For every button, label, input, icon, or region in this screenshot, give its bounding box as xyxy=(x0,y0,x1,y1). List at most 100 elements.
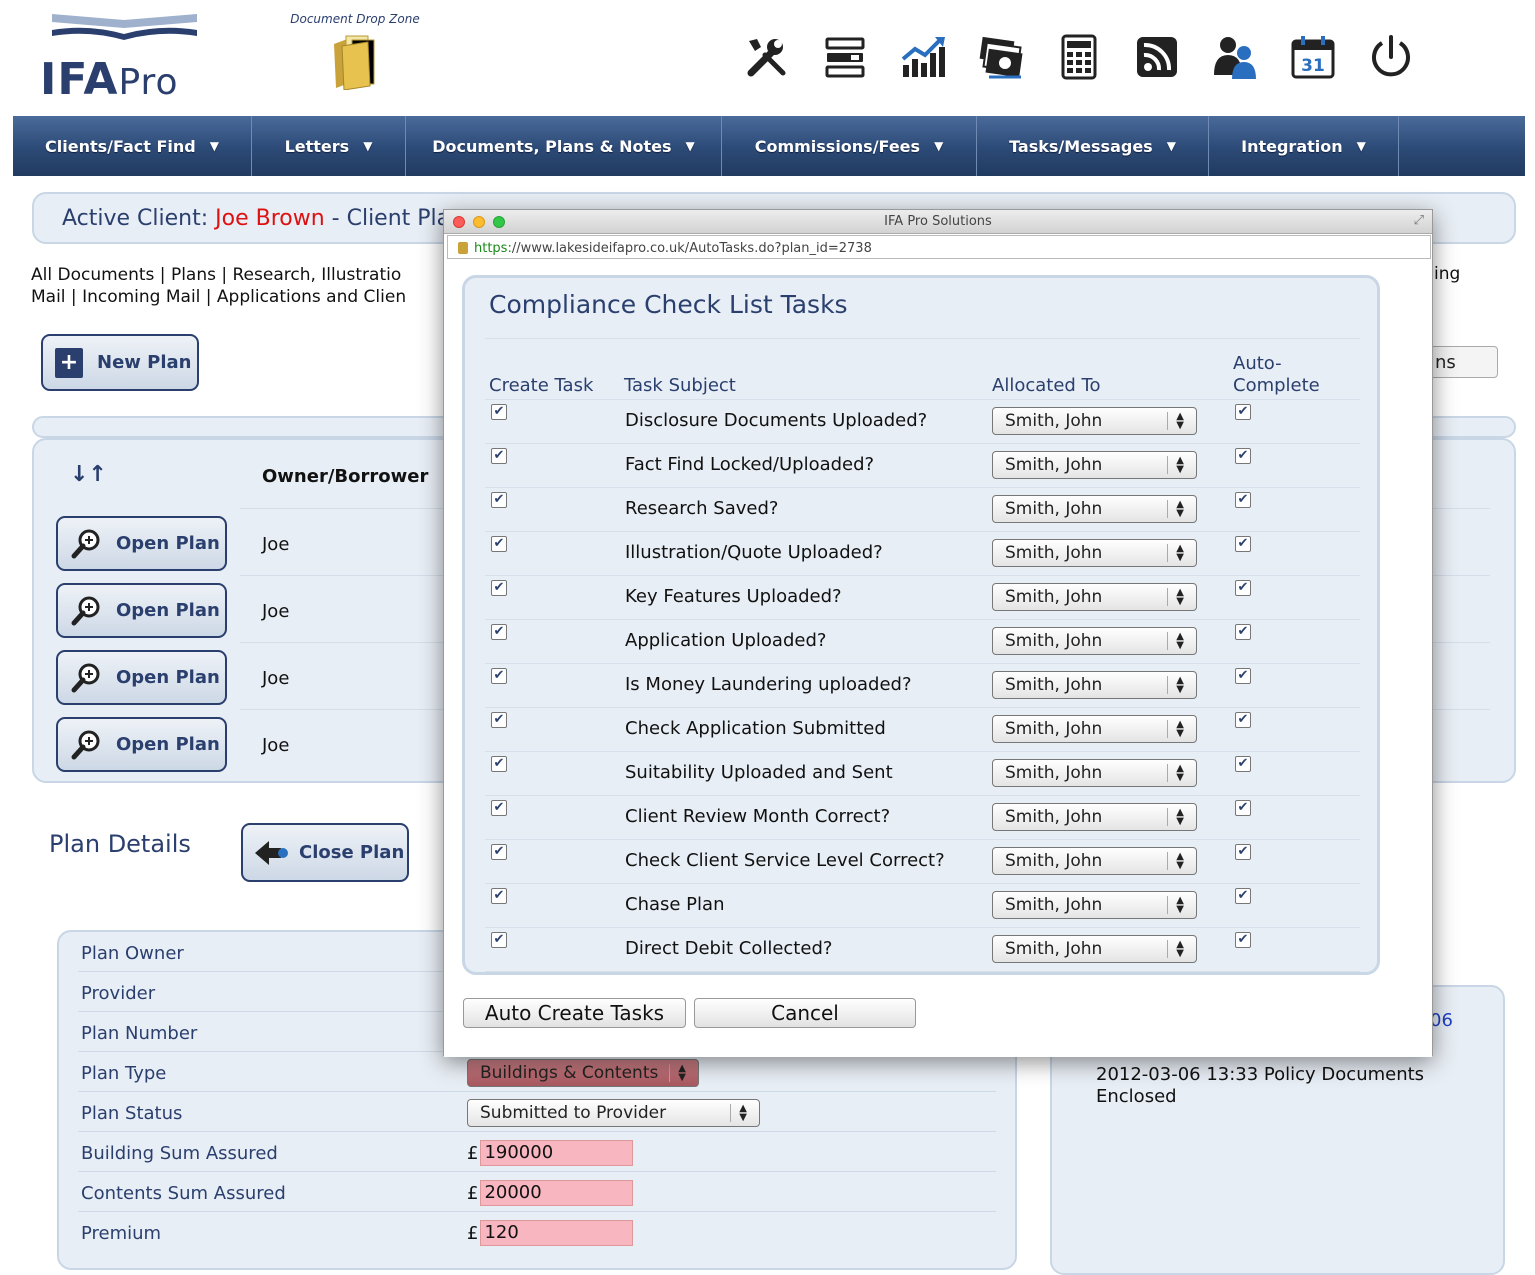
users-icon[interactable] xyxy=(1196,28,1274,86)
create-task-checkbox[interactable]: ✔ xyxy=(491,844,507,860)
document-drop-zone[interactable]: Document Drop Zone xyxy=(270,12,440,94)
links-right-stub[interactable]: ing xyxy=(1434,264,1460,284)
allocated-to-select[interactable]: Smith, John ▲ ▼ xyxy=(992,671,1197,699)
menu-integration[interactable]: Integration ▼ xyxy=(1209,116,1399,176)
create-task-checkbox[interactable]: ✔ xyxy=(491,932,507,948)
new-plan-button[interactable]: + New Plan xyxy=(41,334,199,391)
task-row: ✔ Disclosure Documents Uploaded? Smith, Jo… xyxy=(485,400,1360,444)
fullscreen-icon[interactable]: ⤢ xyxy=(1414,213,1424,228)
caret-down-icon: ▼ xyxy=(934,139,944,153)
note-line-1: 2012-03-06 13:33 Policy Documents xyxy=(1096,1064,1425,1085)
links-line-1[interactable]: All Documents | Plans | Research, Illust… xyxy=(31,264,406,286)
create-task-checkbox[interactable]: ✔ xyxy=(491,448,507,464)
menu-clients-fact-find[interactable]: Clients/Fact Find ▼ xyxy=(13,116,252,176)
auto-complete-checkbox[interactable]: ✔ xyxy=(1235,712,1251,728)
auto-complete-checkbox[interactable]: ✔ xyxy=(1235,800,1251,816)
menu-label: Integration xyxy=(1241,136,1343,156)
detail-divider xyxy=(78,1091,996,1092)
create-task-checkbox[interactable]: ✔ xyxy=(491,888,507,904)
allocated-to-select[interactable]: Smith, John ▲ ▼ xyxy=(992,539,1197,567)
allocated-to-value: Smith, John xyxy=(1005,587,1103,607)
menu-tasks-messages[interactable]: Tasks/Messages ▼ xyxy=(977,116,1209,176)
create-task-checkbox[interactable]: ✔ xyxy=(491,624,507,640)
auto-complete-checkbox[interactable]: ✔ xyxy=(1235,844,1251,860)
col-create-task: Create Task xyxy=(489,375,594,396)
allocated-to-value: Smith, John xyxy=(1005,719,1103,739)
plan-owner-cell: Joe xyxy=(262,601,290,622)
url-bar[interactable]: https://www.lakesideifapro.co.uk/AutoTas… xyxy=(447,235,1431,259)
auto-complete-checkbox[interactable]: ✔ xyxy=(1235,448,1251,464)
back-arrow-icon xyxy=(255,840,288,865)
calendar-icon[interactable]: 31 xyxy=(1274,28,1352,86)
building-sum-input[interactable]: 190000 xyxy=(480,1140,634,1166)
allocated-to-select[interactable]: Smith, John ▲ ▼ xyxy=(992,583,1197,611)
allocated-to-select[interactable]: Smith, John ▲ ▼ xyxy=(992,891,1197,919)
create-task-checkbox[interactable]: ✔ xyxy=(491,756,507,772)
open-plan-label: Open Plan xyxy=(116,667,220,688)
auto-complete-checkbox[interactable]: ✔ xyxy=(1235,536,1251,552)
open-plan-button[interactable]: Open Plan xyxy=(56,516,227,571)
auto-complete-checkbox[interactable]: ✔ xyxy=(1235,888,1251,904)
open-plan-button[interactable]: Open Plan xyxy=(56,583,227,638)
cancel-button[interactable]: Cancel xyxy=(694,998,916,1028)
create-task-checkbox[interactable]: ✔ xyxy=(491,668,507,684)
allocated-to-select[interactable]: Smith, John ▲ ▼ xyxy=(992,803,1197,831)
allocated-to-select[interactable]: Smith, John ▲ ▼ xyxy=(992,495,1197,523)
tools-icon[interactable] xyxy=(728,28,806,86)
money-icon[interactable] xyxy=(962,28,1040,86)
create-task-checkbox[interactable]: ✔ xyxy=(491,712,507,728)
allocated-to-value: Smith, John xyxy=(1005,455,1103,475)
currency-symbol: £ xyxy=(467,1222,479,1244)
create-task-checkbox[interactable]: ✔ xyxy=(491,800,507,816)
task-subject: Fact Find Locked/Uploaded? xyxy=(625,454,875,475)
task-row: ✔ Direct Debit Collected? Smith, John ▲ ▼ ✔ xyxy=(485,928,1360,972)
contents-sum-input[interactable]: 20000 xyxy=(480,1180,634,1206)
notes-link-stub[interactable]: 06 xyxy=(1430,1010,1453,1031)
plan-status-select[interactable]: Submitted to Provider ▲ ▼ xyxy=(467,1099,760,1127)
plan-type-label: Plan Type xyxy=(81,1063,167,1084)
power-icon[interactable] xyxy=(1352,28,1430,86)
close-plan-button[interactable]: Close Plan xyxy=(241,823,409,882)
open-plan-button[interactable]: Open Plan xyxy=(56,717,227,772)
auto-complete-checkbox[interactable]: ✔ xyxy=(1235,624,1251,640)
auto-complete-checkbox[interactable]: ✔ xyxy=(1235,404,1251,420)
create-task-checkbox[interactable]: ✔ xyxy=(491,492,507,508)
rss-icon[interactable] xyxy=(1118,28,1196,86)
auto-complete-checkbox[interactable]: ✔ xyxy=(1235,756,1251,772)
active-client-name[interactable]: Joe Brown xyxy=(215,206,325,231)
auto-complete-checkbox[interactable]: ✔ xyxy=(1235,668,1251,684)
magnifier-icon xyxy=(71,596,100,625)
allocated-to-select[interactable]: Smith, John ▲ ▼ xyxy=(992,759,1197,787)
auto-complete-checkbox[interactable]: ✔ xyxy=(1235,932,1251,948)
auto-complete-checkbox[interactable]: ✔ xyxy=(1235,492,1251,508)
create-task-checkbox[interactable]: ✔ xyxy=(491,536,507,552)
allocated-to-select[interactable]: Smith, John ▲ ▼ xyxy=(992,627,1197,655)
premium-field: £ 120 xyxy=(467,1220,634,1246)
server-icon[interactable] xyxy=(806,28,884,86)
menu-letters[interactable]: Letters ▼ xyxy=(252,116,406,176)
menu-commissions-fees[interactable]: Commissions/Fees ▼ xyxy=(722,116,977,176)
create-task-checkbox[interactable]: ✔ xyxy=(491,404,507,420)
calculator-icon[interactable] xyxy=(1040,28,1118,86)
allocated-to-select[interactable]: Smith, John ▲ ▼ xyxy=(992,847,1197,875)
premium-input[interactable]: 120 xyxy=(480,1220,634,1246)
auto-complete-checkbox[interactable]: ✔ xyxy=(1235,580,1251,596)
allocated-to-select[interactable]: Smith, John ▲ ▼ xyxy=(992,715,1197,743)
document-links[interactable]: All Documents | Plans | Research, Illust… xyxy=(31,264,406,308)
allocated-to-select[interactable]: Smith, John ▲ ▼ xyxy=(992,935,1197,963)
updown-arrows-icon: ▲ ▼ xyxy=(1167,896,1184,915)
links-line-2[interactable]: Mail | Incoming Mail | Applications and … xyxy=(31,286,406,308)
col-allocated-to: Allocated To xyxy=(992,375,1101,396)
allocated-to-select[interactable]: Smith, John ▲ ▼ xyxy=(992,407,1197,435)
plan-type-select[interactable]: Buildings & Contents ▲ ▼ xyxy=(467,1059,699,1087)
create-task-checkbox[interactable]: ✔ xyxy=(491,580,507,596)
allocated-to-select[interactable]: Smith, John ▲ ▼ xyxy=(992,451,1197,479)
allocated-to-value: Smith, John xyxy=(1005,675,1103,695)
sort-arrows-icon[interactable]: ↓↑ xyxy=(70,462,107,487)
open-plan-button[interactable]: Open Plan xyxy=(56,650,227,705)
auto-create-tasks-button[interactable]: Auto Create Tasks xyxy=(463,998,686,1028)
menu-documents-plans-notes[interactable]: Documents, Plans & Notes ▼ xyxy=(406,116,722,176)
chart-icon[interactable] xyxy=(884,28,962,86)
menu-label: Clients/Fact Find xyxy=(45,136,196,156)
plan-owner-cell: Joe xyxy=(262,668,290,689)
